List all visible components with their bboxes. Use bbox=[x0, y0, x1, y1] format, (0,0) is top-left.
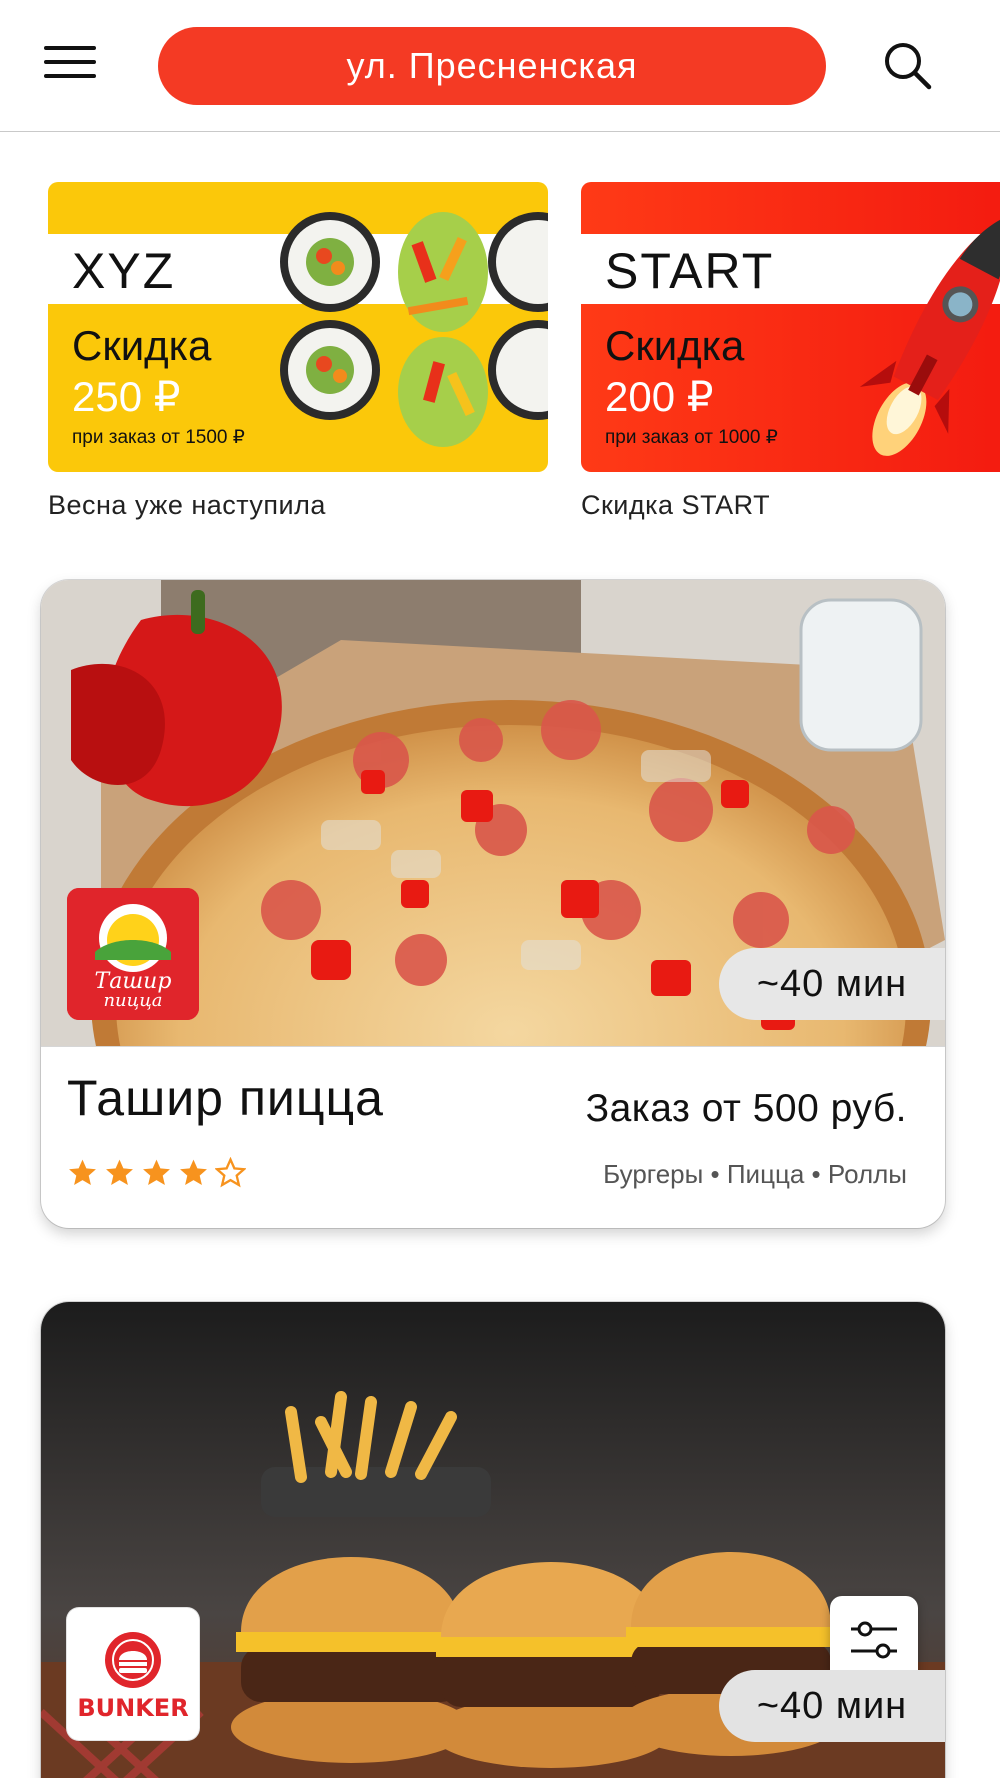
logo-text: BUNKER bbox=[77, 1694, 188, 1722]
delivery-time-badge: ~40 мин bbox=[719, 1670, 945, 1742]
logo-text-line2: пицца bbox=[103, 990, 162, 1011]
rocket-image bbox=[859, 216, 1000, 456]
promo-code: XYZ bbox=[72, 243, 176, 299]
promo-condition: при заказ от 1500 ₽ bbox=[72, 427, 245, 448]
star-empty-icon bbox=[215, 1157, 246, 1188]
sushi-rolls-image bbox=[280, 212, 548, 447]
promo-code: START bbox=[605, 243, 775, 299]
restaurant-card[interactable]: ~40 мин Ташир пицца Ташир пицца Заказ от… bbox=[41, 580, 945, 1228]
promo-banner-xyz[interactable]: XYZ Скидка 250 ₽ при заказ от 1500 ₽ bbox=[48, 182, 548, 472]
restaurant-logo: BUNKER bbox=[67, 1608, 199, 1740]
promo-discount-amount: 250 ₽ bbox=[72, 373, 181, 420]
address-selector-button[interactable]: ул. Пресненская bbox=[158, 27, 826, 105]
search-icon[interactable] bbox=[880, 38, 936, 94]
min-order: Заказ от 500 руб. bbox=[585, 1087, 907, 1130]
promo-condition: при заказ от 1000 ₽ bbox=[605, 427, 778, 448]
rating-stars bbox=[67, 1157, 246, 1188]
filter-sliders-icon bbox=[851, 1621, 897, 1659]
restaurant-name: Ташир пицца bbox=[67, 1070, 384, 1126]
delivery-time-badge: ~40 мин bbox=[719, 948, 945, 1020]
promo-banner-start[interactable]: START Скидка 200 ₽ при заказ от 1000 ₽ bbox=[581, 182, 1000, 472]
promo-item[interactable]: XYZ Скидка 250 ₽ при заказ от 1500 ₽ Вес… bbox=[48, 182, 548, 521]
restaurant-info: Ташир пицца Заказ от 500 руб. Бургеры • … bbox=[41, 1046, 945, 1228]
promo-discount-label: Скидка bbox=[72, 322, 212, 369]
restaurant-logo: Ташир пицца bbox=[67, 888, 199, 1020]
promo-discount-amount: 200 ₽ bbox=[605, 373, 714, 420]
star-filled-icon bbox=[180, 1159, 207, 1186]
star-filled-icon bbox=[69, 1159, 96, 1186]
promo-caption: Скидка START bbox=[581, 490, 771, 520]
promo-discount-label: Скидка bbox=[605, 322, 745, 369]
hamburger-menu-icon[interactable] bbox=[44, 46, 96, 86]
promo-item[interactable]: START Скидка 200 ₽ при заказ от 1000 ₽ С… bbox=[581, 182, 1000, 521]
promo-caption: Весна уже наступила bbox=[48, 490, 326, 520]
promo-carousel[interactable]: XYZ Скидка 250 ₽ при заказ от 1500 ₽ Вес… bbox=[0, 182, 1000, 542]
top-bar: ул. Пресненская bbox=[0, 0, 1000, 132]
cuisine-tags: Бургеры • Пицца • Роллы bbox=[603, 1159, 907, 1189]
star-filled-icon bbox=[143, 1159, 170, 1186]
star-filled-icon bbox=[106, 1159, 133, 1186]
